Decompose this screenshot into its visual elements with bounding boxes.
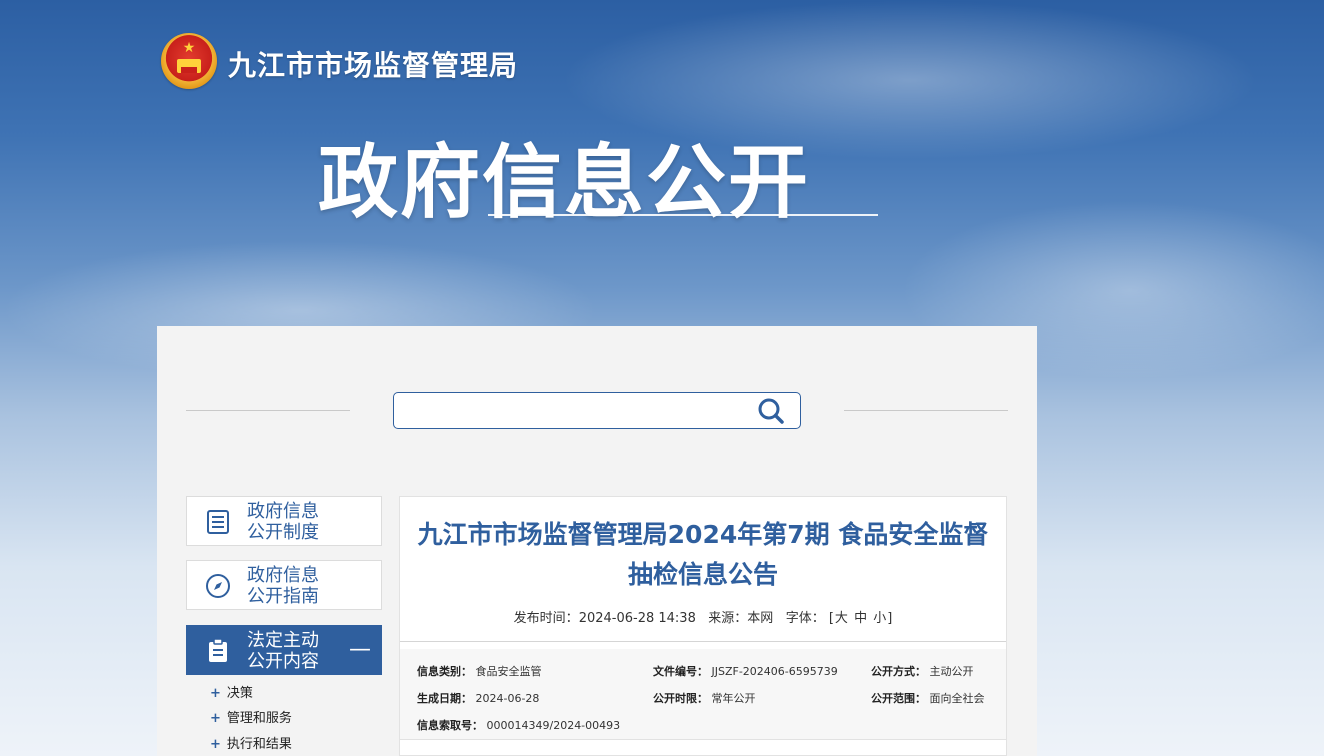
plus-icon: + bbox=[210, 686, 221, 701]
sidebar-item-label: 政府信息 公开指南 bbox=[247, 565, 319, 607]
collapse-icon[interactable]: — bbox=[349, 639, 371, 661]
publish-time: 2024-06-28 14:38 bbox=[578, 611, 696, 626]
sidebar-subitem-management[interactable]: + 管理和服务 bbox=[210, 707, 292, 726]
sidebar-item-disclosure-guide[interactable]: 政府信息 公开指南 bbox=[186, 560, 382, 610]
search-divider-left bbox=[186, 410, 350, 411]
font-size-large[interactable]: 大 bbox=[834, 611, 849, 626]
info-method: 公开方式： 主动公开 bbox=[871, 665, 974, 678]
sidebar-item-label: 法定主动 公开内容 bbox=[247, 630, 319, 672]
article-meta: 发布时间：2024-06-28 14:38 来源：本网 字体： [大 中 小] bbox=[513, 611, 893, 626]
search-divider-right bbox=[844, 410, 1008, 411]
info-scope: 公开范围： 面向全社会 bbox=[871, 692, 985, 705]
national-emblem-logo: ★ bbox=[161, 33, 217, 89]
info-date: 生成日期： 2024-06-28 bbox=[417, 692, 540, 705]
article-source: 本网 bbox=[747, 611, 774, 626]
info-table: 信息类别： 食品安全监管 文件编号： JJSZF-202406-6595739 … bbox=[400, 649, 1006, 739]
bottom-divider bbox=[400, 739, 1006, 740]
info-doc-no: 文件编号： JJSZF-202406-6595739 bbox=[653, 665, 838, 678]
sidebar-subitem-results[interactable]: + 执行和结果 bbox=[210, 733, 292, 752]
info-category: 信息类别： 食品安全监管 bbox=[417, 665, 542, 678]
sidebar-subitem-decision[interactable]: + 决策 bbox=[210, 682, 253, 701]
clipboard-icon bbox=[209, 638, 227, 662]
info-period: 公开时限： 常年公开 bbox=[653, 692, 756, 705]
sidebar-item-statutory-content[interactable]: 法定主动 公开内容 — bbox=[186, 625, 382, 675]
font-size-small[interactable]: 小 bbox=[872, 611, 887, 626]
meta-divider bbox=[400, 641, 1006, 642]
search-input[interactable] bbox=[402, 397, 746, 425]
compass-icon bbox=[206, 574, 230, 598]
sidebar-item-label: 政府信息 公开制度 bbox=[247, 501, 319, 543]
plus-icon: + bbox=[210, 737, 221, 752]
info-index-no: 信息索取号： 000014349/2024-00493 bbox=[417, 719, 621, 732]
plus-icon: + bbox=[210, 711, 221, 726]
font-size-medium[interactable]: 中 bbox=[853, 611, 868, 626]
search-icon[interactable] bbox=[757, 397, 785, 425]
article-title: 九江市市场监督管理局2024年第7期 食品安全监督抽检信息公告 bbox=[417, 520, 989, 589]
sidebar-item-disclosure-system[interactable]: 政府信息 公开制度 bbox=[186, 496, 382, 546]
hero-title: 政府信息公开 bbox=[318, 136, 810, 229]
hero-underline bbox=[488, 214, 878, 216]
document-list-icon bbox=[207, 510, 229, 534]
search-box[interactable] bbox=[393, 392, 801, 429]
site-name[interactable]: 九江市市场监督管理局 bbox=[228, 44, 518, 84]
article-card: 九江市市场监督管理局2024年第7期 食品安全监督抽检信息公告 发布时间：202… bbox=[399, 496, 1007, 756]
